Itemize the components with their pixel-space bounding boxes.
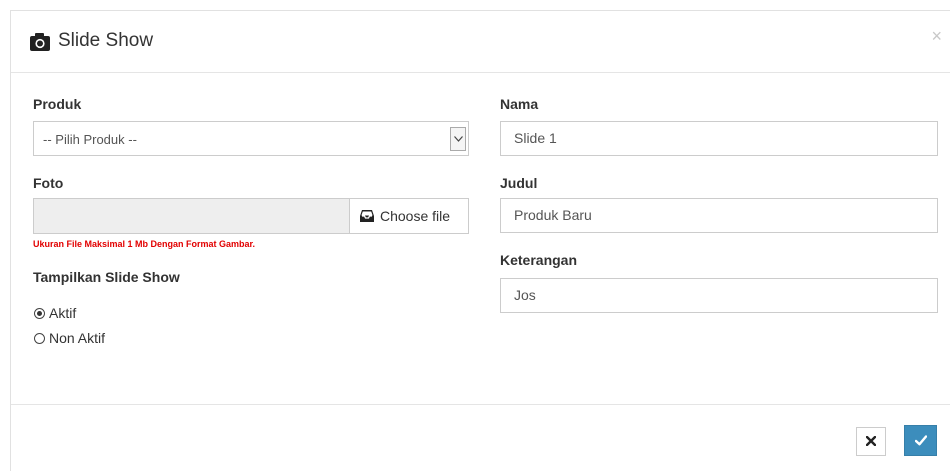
produk-select-value: -- Pilih Produk --: [43, 132, 137, 147]
radio-aktif-label: Aktif: [49, 305, 77, 321]
check-icon: [915, 435, 927, 446]
slide-show-modal: Slide Show × Produk -- Pilih Produk -- F…: [10, 10, 950, 471]
inbox-icon: [360, 210, 374, 222]
judul-input[interactable]: Produk Baru: [500, 198, 938, 233]
radio-aktif[interactable]: Aktif: [34, 305, 76, 321]
radio-unchecked-icon[interactable]: [34, 333, 45, 344]
judul-label: Judul: [500, 175, 538, 191]
produk-select[interactable]: -- Pilih Produk --: [33, 121, 469, 156]
modal-header: Slide Show ×: [11, 11, 950, 73]
radio-checked-icon[interactable]: [34, 308, 45, 319]
close-icon[interactable]: ×: [931, 27, 942, 45]
nama-label: Nama: [500, 96, 539, 112]
choose-file-label: Choose file: [380, 208, 451, 224]
cancel-button[interactable]: [856, 427, 886, 456]
radio-non-aktif-label: Non Aktif: [49, 330, 106, 346]
foto-label: Foto: [33, 175, 64, 191]
keterangan-input[interactable]: Jos: [500, 278, 938, 313]
footer-divider: [11, 404, 950, 405]
radio-non-aktif[interactable]: Non Aktif: [34, 330, 105, 346]
modal-title: Slide Show: [58, 30, 154, 51]
save-button[interactable]: [904, 425, 937, 456]
camera-icon: [29, 32, 51, 52]
file-path-field[interactable]: [33, 198, 349, 234]
times-icon: [866, 436, 876, 446]
chevron-down-icon: [450, 127, 466, 151]
produk-label: Produk: [33, 96, 82, 112]
file-size-hint: Ukuran File Maksimal 1 Mb Dengan Format …: [33, 239, 256, 249]
keterangan-label: Keterangan: [500, 252, 578, 268]
tampilkan-slide-show-label: Tampilkan Slide Show: [33, 269, 180, 285]
choose-file-button[interactable]: Choose file: [349, 198, 469, 234]
nama-input[interactable]: Slide 1: [500, 121, 938, 156]
